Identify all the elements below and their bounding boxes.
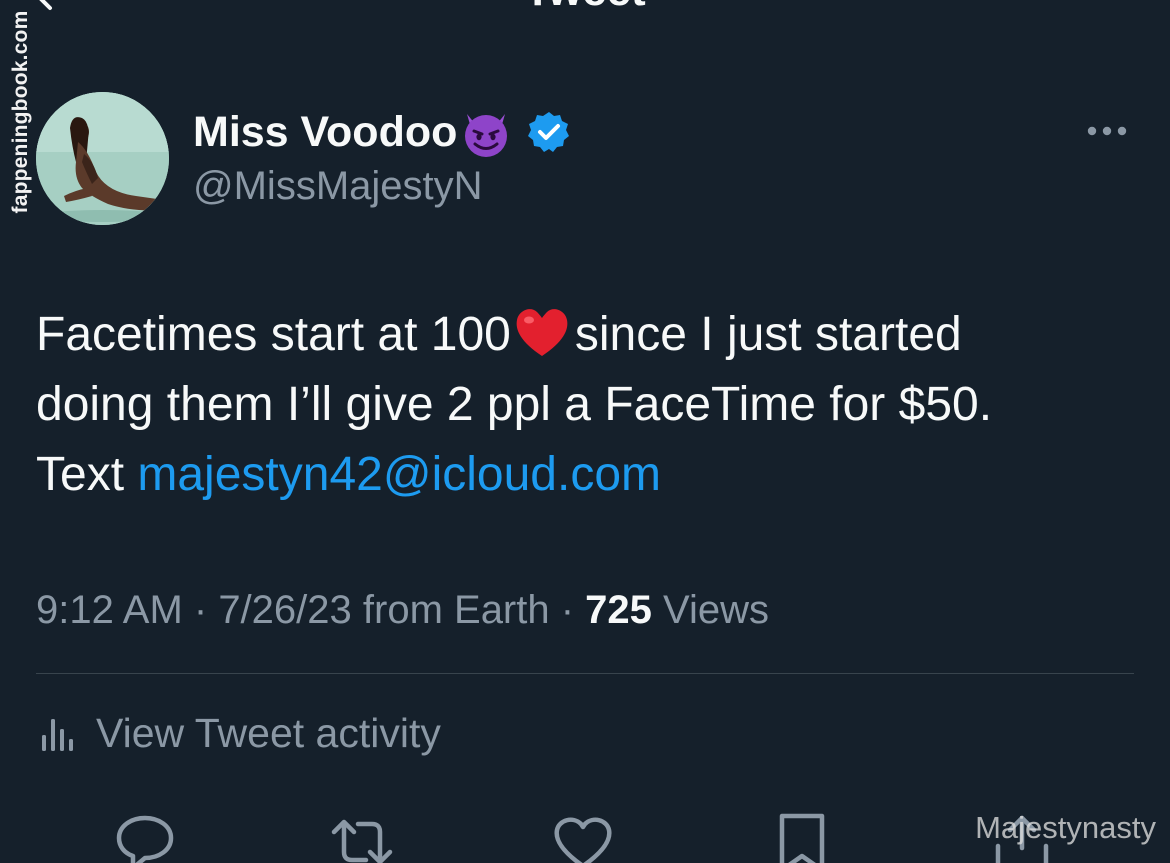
- tweet-text: Facetimes start at 100 since I just start…: [36, 300, 1136, 510]
- side-watermark: fappeningbook.com: [1, 10, 41, 215]
- bar-chart-icon: [42, 719, 73, 751]
- bookmark-button[interactable]: [770, 812, 834, 863]
- tweet-date[interactable]: 7/26/23: [218, 588, 351, 632]
- tweet-line-1: Facetimes start at 100 since I just start…: [36, 300, 1136, 370]
- tweet-text-part: since I just started: [574, 308, 962, 361]
- views-label: Views: [651, 588, 770, 632]
- smiling-face-with-horns-icon: [465, 114, 508, 157]
- arrow-left-icon: [39, 0, 52, 10]
- reply-button[interactable]: [113, 812, 177, 863]
- meta-separator: ·: [182, 588, 219, 632]
- bookmark-icon: [779, 813, 825, 863]
- avatar[interactable]: [36, 92, 169, 225]
- tweet-source: from Earth: [351, 588, 550, 632]
- tweet-line-2: doing them I’ll give 2 ppl a FaceTime fo…: [36, 378, 993, 431]
- bottom-watermark: Majestynasty: [975, 810, 1156, 845]
- red-heart-icon: [516, 309, 568, 356]
- author-name-row[interactable]: Miss Voodoo: [193, 104, 571, 160]
- verified-badge-icon: [528, 112, 570, 152]
- page-title: Tweet: [0, 0, 1170, 16]
- retweet-icon: [331, 819, 393, 863]
- author-display-name: Miss Voodoo: [193, 107, 458, 156]
- more-horizontal-icon: [1087, 126, 1127, 136]
- activity-label: View Tweet activity: [96, 709, 441, 756]
- meta-separator: ·: [549, 588, 586, 632]
- divider: [36, 673, 1134, 674]
- tweet-text-part: Facetimes start at 100: [36, 308, 511, 361]
- tweet-time[interactable]: 9:12 AM: [36, 588, 183, 632]
- view-tweet-activity-button[interactable]: View Tweet activity: [38, 708, 441, 758]
- tweet-detail-screen: Tweet fappeningbook.com Miss Voodoo: [0, 0, 1170, 863]
- heart-icon: [554, 817, 612, 863]
- author-handle[interactable]: @MissMajestyN: [193, 164, 483, 209]
- views-count: 725: [585, 588, 652, 632]
- tweet-meta: 9:12 AM · 7/26/23 from Earth · 725 Views: [36, 584, 769, 636]
- side-watermark-text: fappeningbook.com: [9, 10, 32, 214]
- like-button[interactable]: [551, 812, 615, 863]
- email-link[interactable]: majestyn42@icloud.com: [137, 448, 661, 501]
- tweet-line-3: Text majestyn42@icloud.com: [36, 440, 1136, 510]
- retweet-button[interactable]: [330, 812, 394, 863]
- tweet-text-part: Text: [36, 448, 138, 501]
- avatar-photo: [36, 92, 169, 225]
- more-options-button[interactable]: [1082, 118, 1132, 144]
- reply-icon: [116, 815, 174, 863]
